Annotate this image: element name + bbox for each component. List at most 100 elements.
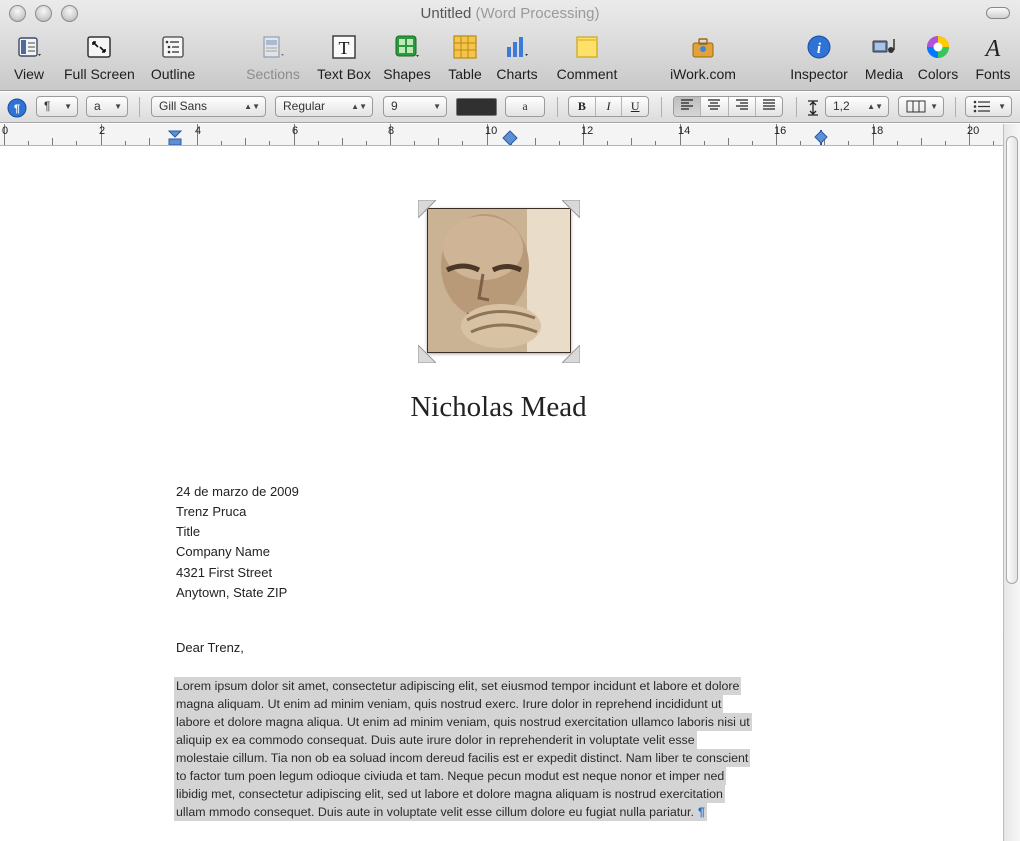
ruler-tick bbox=[318, 141, 319, 145]
svg-text:T: T bbox=[339, 38, 350, 58]
highlight-sample: a bbox=[522, 99, 528, 113]
inspector-icon: i bbox=[807, 35, 831, 59]
format-separator bbox=[661, 97, 662, 117]
toolbar-fullscreen-label: Full Screen bbox=[64, 66, 135, 82]
font-size-value: 9 bbox=[391, 99, 398, 113]
align-left-button[interactable] bbox=[674, 97, 701, 116]
styles-drawer-icon[interactable]: ¶ bbox=[7, 98, 27, 118]
address-line-recipient[interactable]: Trenz Pruca bbox=[176, 504, 246, 519]
document-canvas[interactable]: Nicholas Mead 24 de marzo de 2009 Trenz … bbox=[0, 147, 1003, 841]
underline-button[interactable]: U bbox=[621, 97, 648, 116]
line-spacing-value: 1,2 bbox=[833, 99, 850, 113]
svg-text:A: A bbox=[984, 36, 1001, 60]
toolbar-sections-label: Sections bbox=[246, 66, 300, 82]
ruler-tick bbox=[76, 141, 77, 145]
toolbar-charts-label: Charts bbox=[496, 66, 538, 82]
ruler-number: 20 bbox=[967, 125, 980, 137]
ruler-tick bbox=[728, 138, 729, 145]
window-title: Untitled (Word Processing) bbox=[0, 5, 1020, 22]
ruler-number: 2 bbox=[99, 125, 106, 137]
ruler-tick bbox=[897, 141, 898, 145]
toolbar-inspector-button[interactable]: i Inspector bbox=[790, 34, 848, 84]
toolbar-iwork-button[interactable]: iWork.com bbox=[670, 34, 736, 84]
font-typeface-popup[interactable]: Regular ▲▼ bbox=[275, 96, 373, 117]
horizontal-ruler[interactable]: 0 2 4 6 8 10 12 14 16 18 20 bbox=[0, 124, 1003, 146]
text-color-well[interactable] bbox=[456, 98, 497, 116]
italic-button[interactable]: I bbox=[594, 97, 622, 116]
salutation[interactable]: Dear Trenz, bbox=[176, 640, 244, 655]
font-family-popup[interactable]: Gill Sans ▲▼ bbox=[151, 96, 266, 117]
body-line: magna aliquam. Ut enim ad minim veniam, … bbox=[174, 695, 724, 713]
toolbar-shapes-button[interactable]: Shapes bbox=[383, 34, 431, 84]
toolbar-table-button[interactable]: Table bbox=[448, 34, 482, 84]
ruler-tick bbox=[752, 141, 753, 145]
ruler-number: 0 bbox=[2, 125, 9, 137]
address-line-title[interactable]: Title bbox=[176, 524, 200, 539]
paragraph-style-value: ¶ bbox=[44, 99, 51, 113]
body-paragraph[interactable]: Lorem ipsum dolor sit amet, consectetur … bbox=[174, 677, 834, 821]
align-right-button[interactable] bbox=[727, 97, 755, 116]
vertical-scrollbar[interactable] bbox=[1003, 124, 1020, 841]
body-line: aliquip ex ea commodo consequat. Duis au… bbox=[174, 731, 697, 749]
character-style-popup[interactable]: a ▼ bbox=[86, 96, 128, 117]
ruler-tick bbox=[848, 141, 849, 145]
align-left-icon bbox=[681, 99, 694, 110]
align-justify-button[interactable] bbox=[754, 97, 782, 116]
toolbar-textbox-button[interactable]: T Text Box bbox=[317, 34, 371, 84]
toolbar-media-button[interactable]: Media bbox=[865, 34, 903, 84]
view-icon bbox=[18, 37, 41, 57]
columns-popup[interactable]: ▼ bbox=[898, 96, 944, 117]
colors-icon bbox=[927, 36, 949, 58]
paragraph-mark: ¶ bbox=[695, 803, 707, 821]
iwork-icon bbox=[692, 38, 714, 58]
photo-corner-icon bbox=[418, 200, 436, 218]
toolbar-view-label: View bbox=[13, 66, 45, 82]
right-indent-marker-icon[interactable] bbox=[812, 129, 830, 146]
ruler-tick bbox=[52, 138, 53, 145]
bold-button[interactable]: B bbox=[569, 97, 595, 116]
line-spacing-popup[interactable]: 1,2 ▲▼ bbox=[825, 96, 889, 117]
toolbar-comment-button[interactable]: Comment bbox=[557, 34, 617, 84]
ruler-tick bbox=[704, 141, 705, 145]
svg-text:¶: ¶ bbox=[14, 103, 20, 115]
body-line: ullam mmodo consequet. Duis aute in volu… bbox=[174, 803, 696, 821]
format-separator bbox=[139, 97, 140, 117]
align-center-button[interactable] bbox=[700, 97, 727, 116]
address-line-city[interactable]: Anytown, State ZIP bbox=[176, 585, 287, 600]
toolbar-comment-label: Comment bbox=[556, 66, 618, 82]
address-line-company[interactable]: Company Name bbox=[176, 544, 270, 559]
left-indent-marker-icon[interactable] bbox=[168, 130, 182, 146]
toolbar-view-button[interactable]: View bbox=[14, 34, 44, 84]
ruler-tick bbox=[945, 141, 946, 145]
address-line-date[interactable]: 24 de marzo de 2009 bbox=[176, 484, 299, 499]
font-size-combo[interactable]: 9 ▼ bbox=[383, 96, 447, 117]
paragraph-style-popup[interactable]: ¶ ▼ bbox=[36, 96, 78, 117]
ruler-tick bbox=[28, 141, 29, 145]
toolbar-colors-button[interactable]: Colors bbox=[918, 34, 958, 84]
toolbar-charts-button[interactable]: Charts bbox=[496, 34, 538, 84]
outline-icon bbox=[162, 36, 184, 58]
ruler-tick bbox=[800, 141, 801, 145]
ruler-tick bbox=[462, 141, 463, 145]
ruler-number: 6 bbox=[292, 125, 299, 137]
list-style-popup[interactable]: ▼ bbox=[965, 96, 1012, 117]
toolbar-outline-button[interactable]: Outline bbox=[151, 34, 195, 84]
toolbar-fonts-button[interactable]: A Fonts bbox=[975, 34, 1010, 84]
author-name-heading[interactable]: Nicholas Mead bbox=[0, 391, 997, 424]
table-icon bbox=[453, 35, 477, 59]
author-photo[interactable] bbox=[418, 200, 580, 363]
toolbar-toggle-button[interactable] bbox=[986, 7, 1010, 19]
alignment-group bbox=[673, 96, 783, 117]
ruler-number: 16 bbox=[774, 125, 787, 137]
window-toolbar: Untitled (Word Processing) View Full Scr… bbox=[0, 0, 1020, 91]
align-center-icon bbox=[708, 99, 721, 110]
center-tab-stop-icon[interactable] bbox=[501, 130, 519, 146]
toolbar-sections-button[interactable]: Sections bbox=[246, 34, 300, 84]
body-line: Lorem ipsum dolor sit amet, consectetur … bbox=[174, 677, 742, 695]
scrollbar-thumb[interactable] bbox=[1006, 136, 1018, 584]
media-icon bbox=[872, 39, 895, 53]
ruler-tick bbox=[221, 141, 222, 145]
highlight-color-well[interactable]: a bbox=[505, 96, 545, 117]
toolbar-fullscreen-button[interactable]: Full Screen bbox=[64, 34, 135, 84]
address-line-street[interactable]: 4321 First Street bbox=[176, 565, 272, 580]
